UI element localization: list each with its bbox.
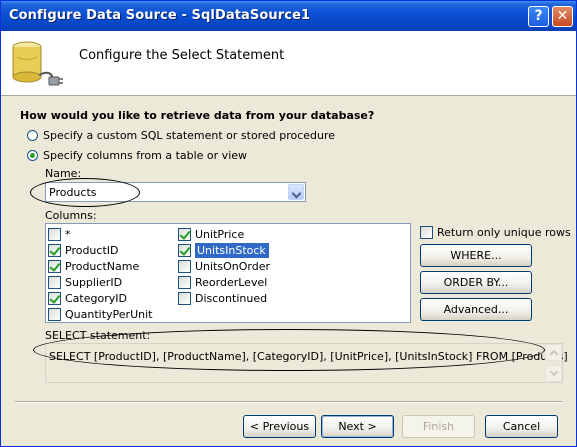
unique-rows-option[interactable]: Return only unique rows	[420, 224, 571, 240]
columns-label: Columns:	[45, 209, 97, 222]
retrieve-question: How would you like to retrieve data from…	[20, 109, 375, 122]
next-button[interactable]: Next >	[321, 415, 394, 438]
radio-button-selected[interactable]	[27, 149, 38, 161]
checkbox[interactable]	[178, 275, 191, 289]
checkbox[interactable]	[178, 291, 191, 305]
column-label: UnitsOnOrder	[195, 259, 271, 273]
checkbox[interactable]	[420, 225, 433, 239]
previous-button[interactable]: < Previous	[243, 415, 316, 438]
checkbox-checked[interactable]	[48, 291, 61, 305]
wizard-header: Configure the Select Statement	[1, 31, 576, 96]
title-bar[interactable]: Configure Data Source - SqlDataSource1 ?…	[1, 1, 576, 31]
scroll-down-icon[interactable]	[545, 365, 562, 382]
checkbox-checked[interactable]	[178, 243, 191, 257]
advanced-button[interactable]: Advanced...	[420, 298, 532, 321]
column-item[interactable]: ProductID	[48, 242, 118, 258]
database-plug-icon	[12, 41, 63, 86]
column-label: CategoryID	[65, 291, 127, 305]
columns-list[interactable]: * ProductID ProductName SupplierID Categ…	[45, 223, 411, 323]
checkbox[interactable]	[48, 275, 61, 289]
column-item[interactable]: Discontinued	[178, 290, 267, 306]
column-item-selected[interactable]: UnitsInStock	[178, 242, 269, 258]
page-title: Configure the Select Statement	[79, 48, 285, 63]
radio-button[interactable]	[27, 129, 38, 141]
where-button[interactable]: WHERE...	[420, 244, 532, 267]
checkbox-checked[interactable]	[178, 227, 191, 241]
annotation-ellipse-name	[30, 178, 140, 207]
column-item[interactable]: SupplierID	[48, 274, 122, 290]
order-by-button[interactable]: ORDER BY...	[420, 271, 532, 294]
column-item[interactable]: UnitPrice	[178, 226, 244, 242]
unique-rows-label: Return only unique rows	[437, 225, 571, 239]
checkbox[interactable]	[178, 259, 191, 273]
column-item[interactable]: CategoryID	[48, 290, 127, 306]
custom-sql-option[interactable]: Specify a custom SQL statement or stored…	[27, 127, 335, 143]
column-label: QuantityPerUnit	[65, 307, 153, 321]
column-item[interactable]: ReorderLevel	[178, 274, 267, 290]
configure-data-source-dialog: Configure Data Source - SqlDataSource1 ?…	[0, 0, 577, 447]
help-button[interactable]: ?	[528, 6, 549, 27]
vertical-scrollbar[interactable]	[545, 344, 562, 382]
column-item[interactable]: *	[48, 226, 71, 242]
columns-from-table-label: Specify columns from a table or view	[43, 148, 248, 162]
column-item[interactable]: UnitsOnOrder	[178, 258, 270, 274]
footer-divider	[15, 401, 562, 403]
column-label: ReorderLevel	[195, 275, 268, 289]
finish-button[interactable]: Finish	[402, 415, 475, 438]
column-item[interactable]: QuantityPerUnit	[48, 306, 152, 322]
custom-sql-label: Specify a custom SQL statement or stored…	[43, 128, 336, 142]
window-title: Configure Data Source - SqlDataSource1	[9, 8, 311, 23]
annotation-ellipse-sql	[33, 329, 545, 371]
column-label: SupplierID	[65, 275, 123, 289]
checkbox[interactable]	[48, 307, 61, 321]
checkbox-checked[interactable]	[48, 243, 61, 257]
column-label: UnitPrice	[195, 227, 245, 241]
close-button[interactable]: ✕	[552, 6, 573, 27]
columns-from-table-option[interactable]: Specify columns from a table or view	[27, 147, 247, 163]
cancel-button[interactable]: Cancel	[485, 415, 558, 438]
column-item[interactable]: ProductName	[48, 258, 139, 274]
checkbox-checked[interactable]	[48, 259, 61, 273]
chevron-down-icon[interactable]	[288, 184, 304, 200]
column-label: ProductName	[65, 259, 140, 273]
column-label: *	[65, 227, 71, 241]
checkbox[interactable]	[48, 227, 61, 241]
scroll-up-icon[interactable]	[545, 344, 562, 361]
column-label: Discontinued	[195, 291, 268, 305]
column-label: ProductID	[65, 243, 119, 257]
column-label: UnitsInStock	[195, 242, 269, 258]
